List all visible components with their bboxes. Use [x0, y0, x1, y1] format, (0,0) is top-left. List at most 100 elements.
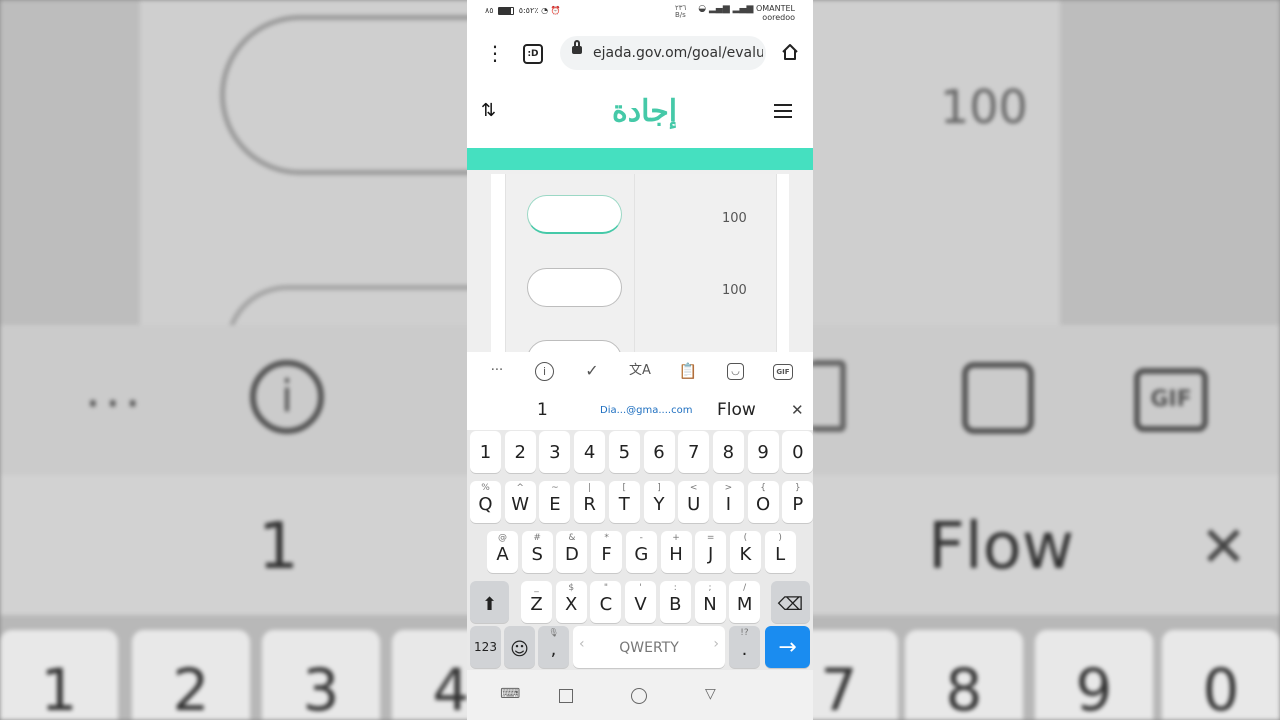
key-p[interactable]: } P	[782, 481, 813, 523]
key-k[interactable]: (K	[729, 531, 761, 573]
translate-icon[interactable]: 文A	[629, 360, 651, 382]
key-2[interactable]: 2	[504, 431, 536, 473]
close-suggestions-icon[interactable]: ✕	[791, 401, 804, 419]
key-3[interactable]: 3	[539, 431, 571, 473]
key-b[interactable]: :B	[659, 581, 691, 623]
backspace-key[interactable]: ⌫	[771, 581, 810, 623]
grammar-check-icon[interactable]: ✓	[581, 360, 603, 382]
key-secondary-label: |	[588, 483, 592, 493]
address-bar[interactable]: ejada.gov.om/goal/evalu	[560, 36, 766, 70]
site-logo[interactable]: إجادة	[612, 94, 677, 129]
key-s[interactable]: # S	[521, 531, 553, 573]
hamburger-menu-icon[interactable]	[774, 104, 792, 118]
status-left: ٥:٥٢ ٨٥٪ ◔ ⏰	[485, 6, 561, 15]
accent-bar	[467, 148, 813, 170]
key-label: I	[725, 494, 732, 515]
key-i[interactable]: > I	[712, 481, 744, 523]
key-c[interactable]: " C	[590, 581, 622, 623]
bg-key: 1	[0, 630, 118, 720]
key-label: →	[778, 635, 797, 660]
key-r[interactable]: | R	[574, 481, 606, 523]
gif-icon[interactable]: GIF	[773, 364, 793, 380]
status-right: ◒ ▂▄▆ ▂▄▆ OMANTEL ooredoo	[698, 4, 795, 22]
sort-icon[interactable]: ⇅	[481, 100, 496, 121]
url-text[interactable]: ejada.gov.om/goal/evalu	[593, 45, 763, 61]
score-input[interactable]	[527, 340, 622, 352]
score-input[interactable]	[527, 268, 622, 307]
info-icon[interactable]: i	[535, 362, 554, 381]
key-z[interactable]: _ Z	[521, 581, 552, 623]
key-f[interactable]: * F	[591, 531, 623, 573]
key-secondary-label: @	[498, 533, 507, 543]
key-m[interactable]: / M	[729, 581, 761, 623]
key-secondary-label: {	[760, 483, 766, 493]
chevron-left-icon: ‹	[579, 636, 585, 652]
key-6[interactable]: 6	[643, 431, 675, 473]
score-input[interactable]	[527, 195, 622, 234]
suggestion-email[interactable]: Dia...@gma....com	[600, 405, 692, 416]
keyboard: 1 2 3 4 5 6 7 8 9 0% Q ^ W ~ E | R[T] Y < U > I{O} P @ A # S & D * F - G…	[467, 430, 813, 670]
key-label: C	[599, 594, 613, 615]
key-label: R	[583, 494, 596, 515]
key-a[interactable]: @ A	[487, 531, 518, 573]
key-secondary-label: ]	[657, 483, 661, 493]
key-q[interactable]: % Q	[470, 481, 501, 523]
back-icon[interactable]: ▽	[705, 686, 716, 702]
key-secondary-label: )	[778, 533, 782, 543]
key-e[interactable]: ~ E	[539, 481, 571, 523]
home-button-icon[interactable]	[631, 688, 647, 704]
key-o[interactable]: {O	[747, 481, 779, 523]
key-4[interactable]: 4	[574, 431, 606, 473]
key-x[interactable]: $ X	[555, 581, 587, 623]
key-0[interactable]: 0	[782, 431, 813, 473]
key-t[interactable]: [T	[608, 481, 640, 523]
comma-key[interactable]: , 🎙	[538, 626, 569, 668]
go-key[interactable]: →	[765, 626, 810, 668]
shift-key[interactable]: ⬆	[470, 581, 509, 623]
key-9[interactable]: 9	[747, 431, 779, 473]
key-j[interactable]: = J	[695, 531, 727, 573]
evaluation-table: 100 100	[505, 174, 777, 352]
suggestion-first[interactable]: 1	[537, 400, 548, 420]
key-1[interactable]: 1	[470, 431, 501, 473]
sticker-icon[interactable]: ◡	[727, 363, 744, 380]
keyboard-switch-icon[interactable]: ⌨	[500, 686, 520, 702]
space-key[interactable]: QWERTY ‹ ›	[573, 626, 725, 668]
key-v[interactable]: ' V	[625, 581, 657, 623]
key-label: 123	[474, 640, 497, 654]
key-y[interactable]: ] Y	[643, 481, 675, 523]
lock-icon[interactable]	[572, 40, 582, 54]
system-nav-bar: ⌨ ▽	[467, 670, 813, 720]
key-label: K	[739, 544, 752, 565]
key-label: QWERTY	[619, 640, 679, 656]
key-5[interactable]: 5	[608, 431, 640, 473]
alarm-icon: ◔ ⏰	[541, 6, 561, 15]
key-d[interactable]: & D	[556, 531, 588, 573]
bg-value: 100	[940, 80, 1028, 134]
key-label: 9	[757, 442, 769, 463]
key-h[interactable]: + H	[660, 531, 692, 573]
browser-menu-icon[interactable]: ⋮	[485, 41, 505, 65]
suggestion-third[interactable]: Flow	[717, 400, 756, 420]
key-7[interactable]: 7	[678, 431, 710, 473]
key-label: L	[775, 544, 786, 565]
recents-icon[interactable]	[559, 689, 573, 703]
status-bar: ٥:٥٢ ٨٥٪ ◔ ⏰ ٢٣٦ B/s ◒ ▂▄▆ ▂▄▆ OMANTEL o…	[467, 0, 813, 26]
key-n[interactable]: ; N	[694, 581, 726, 623]
key-l[interactable]: ) L	[764, 531, 796, 573]
emoji-key[interactable]: ☺	[504, 626, 535, 668]
home-icon[interactable]	[781, 43, 799, 61]
key-label: D	[564, 544, 579, 565]
period-key[interactable]: !?.	[729, 626, 760, 668]
more-icon[interactable]: ···	[486, 360, 508, 382]
key-secondary-label: =	[706, 533, 715, 543]
key-secondary-label: "	[603, 583, 608, 593]
key-u[interactable]: < U	[678, 481, 710, 523]
numeric-key[interactable]: 123	[470, 626, 501, 668]
key-g[interactable]: -G	[625, 531, 657, 573]
key-secondary-label: ~	[551, 483, 559, 493]
key-8[interactable]: 8	[712, 431, 744, 473]
key-w[interactable]: ^ W	[504, 481, 536, 523]
clipboard-icon[interactable]: 📋	[677, 360, 699, 382]
tabs-icon[interactable]: :D	[523, 44, 543, 64]
